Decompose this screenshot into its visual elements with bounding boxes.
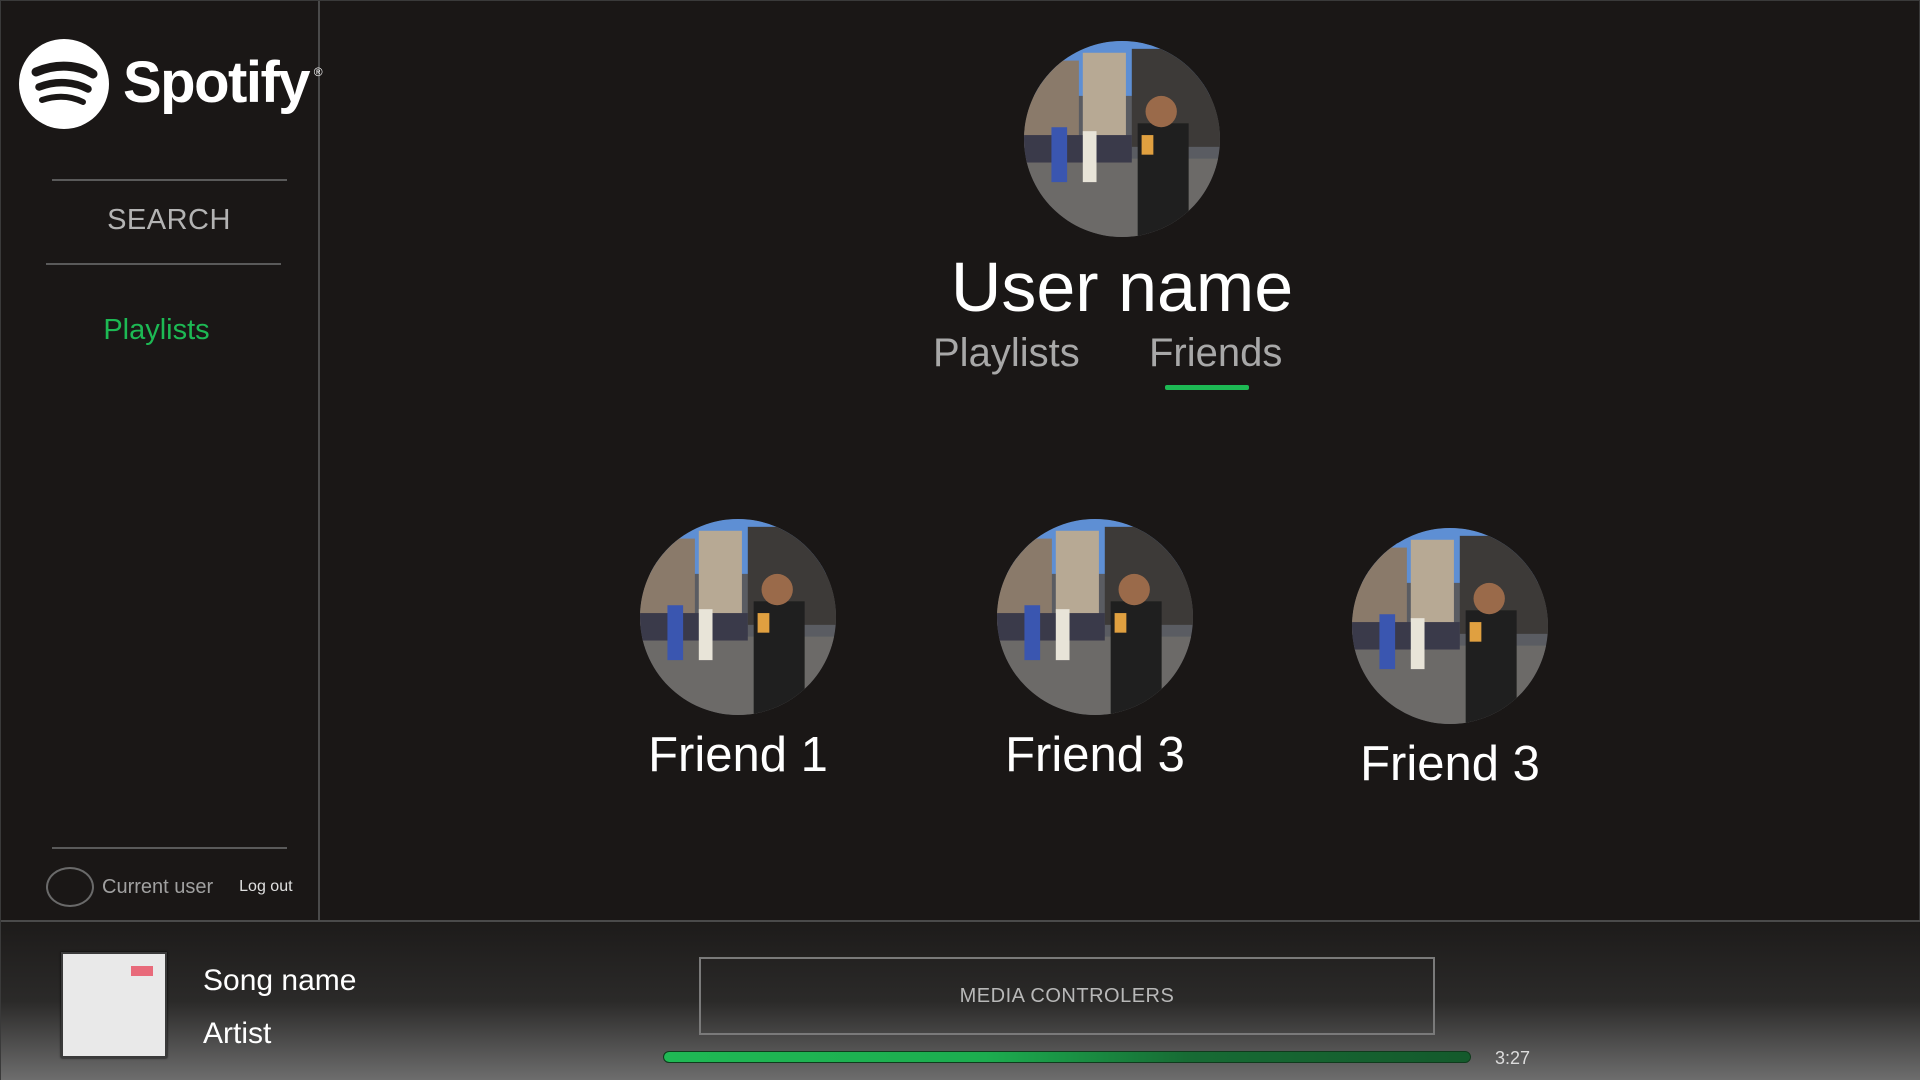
friend-photo-image — [997, 519, 1193, 715]
spotify-logo[interactable]: Spotify ® — [19, 39, 323, 129]
media-controls[interactable]: MEDIA CONTROLERS — [699, 957, 1435, 1035]
current-user-name[interactable]: Current user — [102, 876, 213, 899]
friend-avatar[interactable] — [640, 519, 836, 715]
sidebar-item-search[interactable]: SEARCH — [49, 204, 289, 237]
sidebar-divider-top — [52, 179, 287, 181]
album-art[interactable] — [61, 952, 167, 1058]
track-duration: 3:27 — [1495, 1048, 1531, 1068]
profile-username: User name — [950, 248, 1294, 326]
progress-fill — [664, 1052, 1470, 1062]
spotify-logo-icon — [19, 39, 109, 129]
friend-avatar[interactable] — [1352, 528, 1548, 724]
song-name[interactable]: Song name — [203, 964, 356, 998]
album-art-label-mark — [131, 966, 153, 976]
friend-name[interactable]: Friend 1 — [588, 727, 888, 783]
artist-name[interactable]: Artist — [203, 1017, 271, 1051]
avatar[interactable] — [46, 867, 94, 907]
sidebar-divider-search — [46, 263, 281, 265]
friend-photo-image — [1352, 528, 1548, 724]
profile-photo-image — [1024, 41, 1220, 237]
player-bar: Song name Artist MEDIA CONTROLERS 3:27 — [1, 920, 1920, 1080]
main-content: User name Playlists Friends Friend 1 Fri… — [322, 1, 1920, 920]
app-window: Spotify ® SEARCH Playlists Current user L… — [0, 0, 1920, 1080]
tab-playlists[interactable]: Playlists — [933, 331, 1080, 376]
logo-wordmark: Spotify ® — [123, 49, 323, 115]
friend-name[interactable]: Friend 3 — [945, 727, 1245, 783]
profile-photo[interactable] — [1024, 41, 1220, 237]
current-user-row: Current user Log out — [46, 867, 306, 907]
logout-button[interactable]: Log out — [239, 878, 292, 896]
progress-bar[interactable] — [663, 1051, 1471, 1063]
friend-avatar[interactable] — [997, 519, 1193, 715]
sidebar-divider-bottom — [52, 847, 287, 849]
sidebar-item-playlists[interactable]: Playlists — [49, 314, 264, 347]
active-tab-indicator — [1165, 385, 1249, 390]
tab-friends[interactable]: Friends — [1149, 331, 1282, 376]
friend-photo-image — [640, 519, 836, 715]
friend-name[interactable]: Friend 3 — [1300, 736, 1600, 792]
sidebar: Spotify ® SEARCH Playlists Current user L… — [1, 1, 323, 920]
logo-registered-mark: ® — [313, 64, 323, 79]
